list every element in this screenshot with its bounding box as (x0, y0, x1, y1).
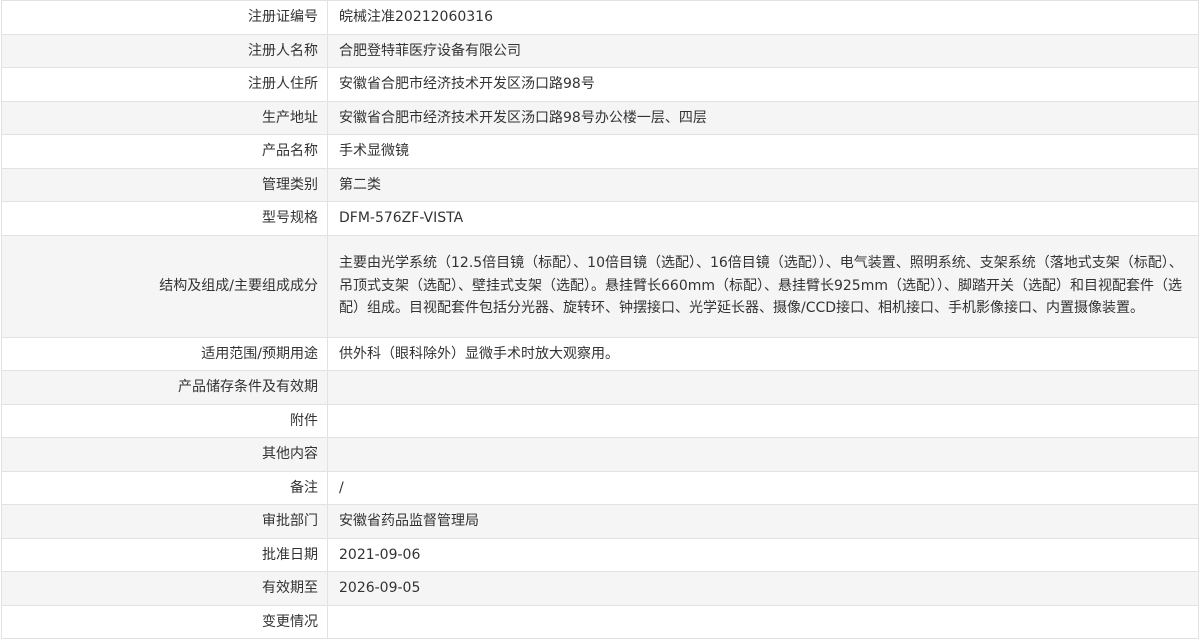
field-label: 变更情况 (1, 604, 328, 639)
table-row: 其他内容 (1, 437, 1199, 472)
field-label: 注册人名称 (1, 33, 328, 68)
table-row: 审批部门 安徽省药品监督管理局 (1, 504, 1199, 539)
field-value: 安徽省药品监督管理局 (327, 504, 1199, 539)
table-row: 注册证编号 皖械注准20212060316 (1, 0, 1199, 35)
field-label: 产品名称 (1, 134, 328, 169)
field-label: 管理类别 (1, 167, 328, 202)
field-value: DFM-576ZF-VISTA (327, 201, 1199, 236)
field-value: 手术显微镜 (327, 134, 1199, 169)
field-value: 2026-09-05 (327, 571, 1199, 606)
field-value: 合肥登特菲医疗设备有限公司 (327, 33, 1199, 68)
field-value (327, 437, 1199, 472)
field-label: 结构及组成/主要组成成分 (1, 234, 328, 338)
table-row: 产品储存条件及有效期 (1, 370, 1199, 405)
field-value: 主要由光学系统（12.5倍目镜（标配）、10倍目镜（选配）、16倍目镜（选配））… (327, 234, 1199, 338)
registration-detail-table: 注册证编号 皖械注准20212060316 注册人名称 合肥登特菲医疗设备有限公… (1, 0, 1199, 639)
table-row: 备注 / (1, 470, 1199, 505)
table-row: 生产地址 安徽省合肥市经济技术开发区汤口路98号办公楼一层、四层 (1, 100, 1199, 135)
field-value: 皖械注准20212060316 (327, 0, 1199, 35)
field-value: 安徽省合肥市经济技术开发区汤口路98号 (327, 67, 1199, 102)
field-label: 注册人住所 (1, 67, 328, 102)
field-value (327, 604, 1199, 639)
table-row: 变更情况 (1, 604, 1199, 639)
field-value: 第二类 (327, 167, 1199, 202)
field-value (327, 370, 1199, 405)
field-label: 附件 (1, 403, 328, 438)
table-row: 有效期至 2026-09-05 (1, 571, 1199, 606)
field-value: 安徽省合肥市经济技术开发区汤口路98号办公楼一层、四层 (327, 100, 1199, 135)
table-row: 适用范围/预期用途 供外科（眼科除外）显微手术时放大观察用。 (1, 336, 1199, 371)
field-label: 批准日期 (1, 537, 328, 572)
field-label: 适用范围/预期用途 (1, 336, 328, 371)
table-row: 注册人住所 安徽省合肥市经济技术开发区汤口路98号 (1, 67, 1199, 102)
field-value: 2021-09-06 (327, 537, 1199, 572)
field-label: 有效期至 (1, 571, 328, 606)
table-row: 批准日期 2021-09-06 (1, 537, 1199, 572)
field-value (327, 403, 1199, 438)
field-label: 产品储存条件及有效期 (1, 370, 328, 405)
field-label: 注册证编号 (1, 0, 328, 35)
field-label: 型号规格 (1, 201, 328, 236)
field-label: 其他内容 (1, 437, 328, 472)
table-row: 附件 (1, 403, 1199, 438)
field-label: 生产地址 (1, 100, 328, 135)
table-row: 产品名称 手术显微镜 (1, 134, 1199, 169)
table-row: 结构及组成/主要组成成分 主要由光学系统（12.5倍目镜（标配）、10倍目镜（选… (1, 234, 1199, 338)
field-label: 备注 (1, 470, 328, 505)
field-value: 供外科（眼科除外）显微手术时放大观察用。 (327, 336, 1199, 371)
table-row: 注册人名称 合肥登特菲医疗设备有限公司 (1, 33, 1199, 68)
field-value: / (327, 470, 1199, 505)
field-label: 审批部门 (1, 504, 328, 539)
table-row: 管理类别 第二类 (1, 167, 1199, 202)
table-row: 型号规格 DFM-576ZF-VISTA (1, 201, 1199, 236)
